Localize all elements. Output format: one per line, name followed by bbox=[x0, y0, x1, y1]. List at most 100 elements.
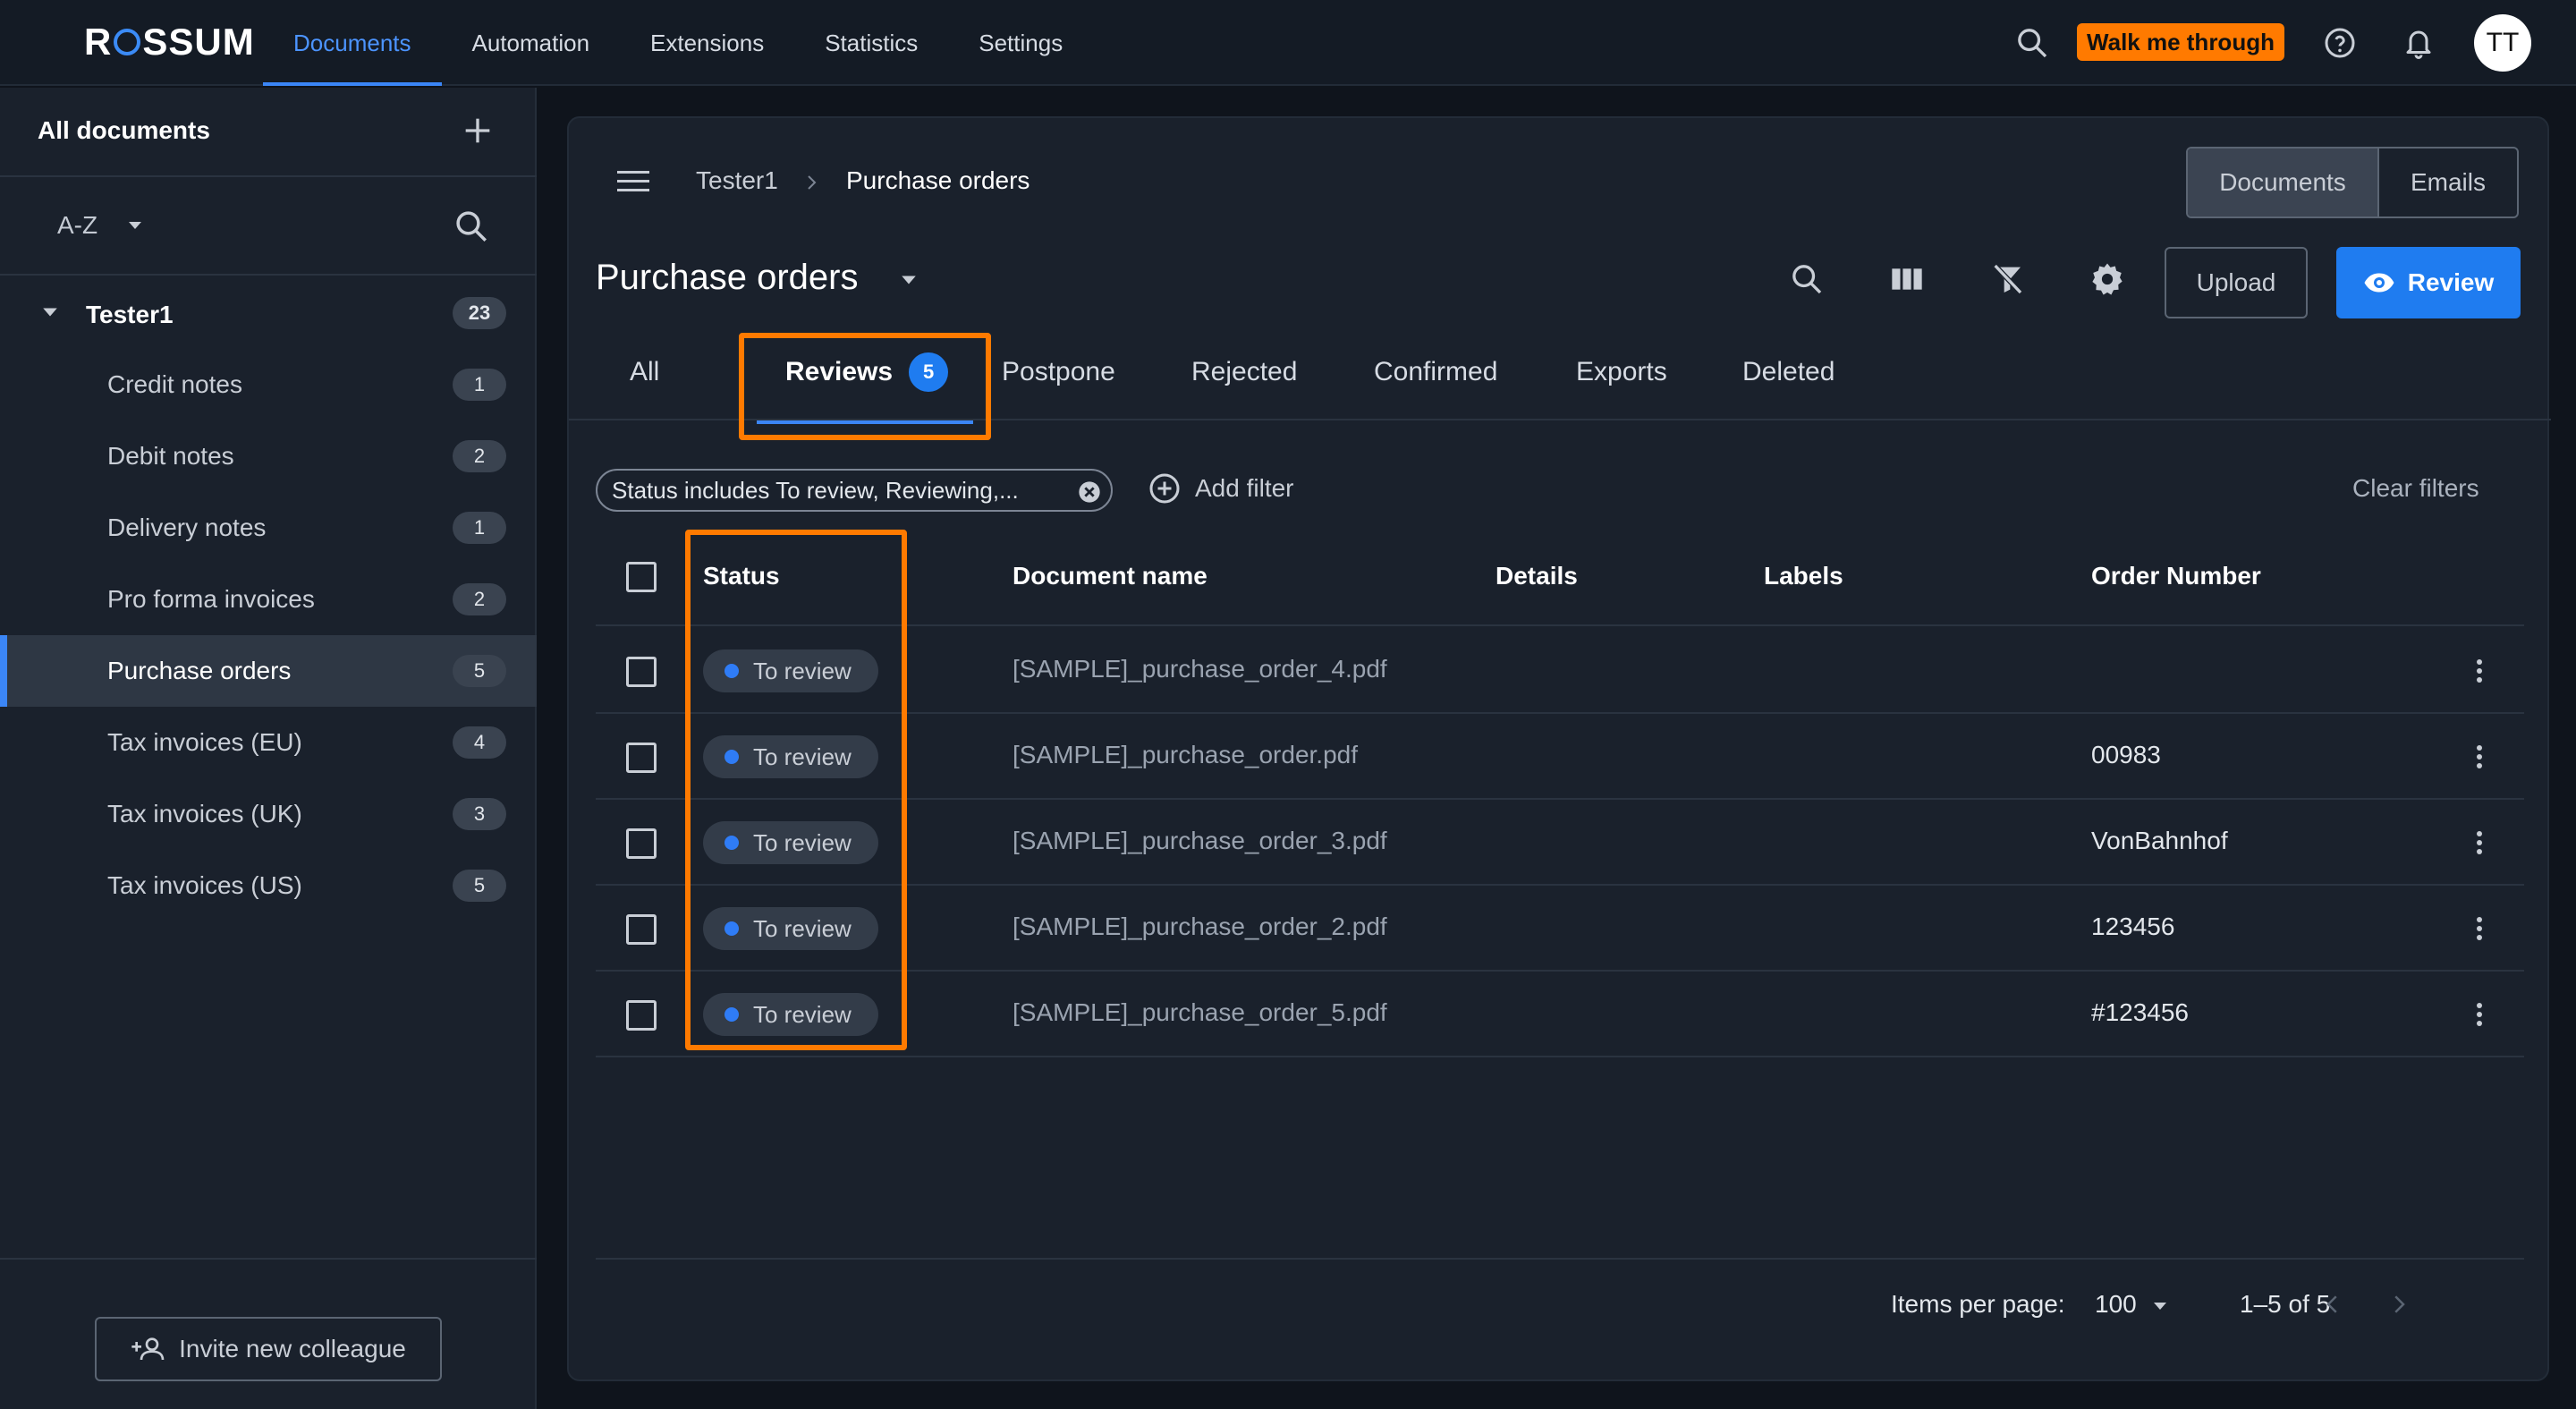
caret-down-icon[interactable] bbox=[127, 220, 143, 231]
documents-view-button[interactable]: Documents bbox=[2188, 149, 2379, 216]
column-labels[interactable]: Labels bbox=[1764, 562, 1843, 590]
search-icon[interactable] bbox=[1780, 252, 1834, 306]
tab-exports[interactable]: Exports bbox=[1576, 324, 1667, 420]
sidebar-item-label: Tax invoices (UK) bbox=[107, 800, 302, 828]
menu-hamburger-icon[interactable] bbox=[615, 168, 651, 195]
remove-filter-icon[interactable] bbox=[1077, 480, 1102, 505]
notifications-bell-icon[interactable] bbox=[2402, 25, 2435, 61]
add-queue-plus-icon[interactable] bbox=[460, 113, 496, 149]
sidebar-item-delivery-notes[interactable]: Delivery notes 1 bbox=[0, 492, 537, 564]
count-badge: 2 bbox=[453, 583, 506, 615]
order-number: #123456 bbox=[2091, 998, 2190, 1026]
items-per-page-label: Items per page: bbox=[1891, 1290, 2065, 1318]
sidebar-item-credit-notes[interactable]: Credit notes 1 bbox=[0, 349, 537, 420]
clear-filter-icon[interactable] bbox=[1980, 252, 2034, 306]
sidebar-item-purchase-orders[interactable]: Purchase orders 5 bbox=[0, 635, 537, 707]
columns-icon[interactable] bbox=[1880, 252, 1934, 306]
queue-title[interactable]: Purchase orders bbox=[596, 258, 858, 298]
row-checkbox[interactable] bbox=[626, 657, 657, 687]
review-label: Review bbox=[2407, 268, 2495, 296]
sidebar-item-label: Tax invoices (EU) bbox=[107, 728, 302, 756]
tab-confirmed[interactable]: Confirmed bbox=[1374, 324, 1497, 420]
workspace-count-badge: 23 bbox=[453, 297, 506, 329]
emails-view-button[interactable]: Emails bbox=[2379, 149, 2517, 216]
table-row[interactable]: To review [SAMPLE]_purchase_order_3.pdf … bbox=[596, 800, 2524, 886]
settings-gear-icon[interactable] bbox=[2080, 252, 2134, 306]
sidebar-item-pro-forma-invoices[interactable]: Pro forma invoices 2 bbox=[0, 564, 537, 635]
items-per-page-select[interactable]: 100 bbox=[2095, 1290, 2137, 1319]
status-dot bbox=[724, 664, 739, 678]
review-button[interactable]: Review bbox=[2336, 247, 2521, 318]
nav-statistics[interactable]: Statistics bbox=[794, 0, 948, 86]
nav-automation[interactable]: Automation bbox=[442, 0, 621, 86]
tab-reviews[interactable]: Reviews 5 bbox=[785, 324, 949, 420]
tab-postpone[interactable]: Postpone bbox=[1002, 324, 1115, 420]
caret-down-icon[interactable] bbox=[2152, 1301, 2168, 1311]
previous-page-icon[interactable] bbox=[2324, 1288, 2342, 1320]
workspace-label: Tester1 bbox=[86, 301, 174, 328]
expand-caret-icon[interactable] bbox=[41, 306, 59, 318]
sidebar-search-icon[interactable] bbox=[453, 208, 490, 245]
caret-down-icon[interactable] bbox=[900, 274, 918, 286]
document-name[interactable]: [SAMPLE]_purchase_order_4.pdf bbox=[1013, 655, 1387, 683]
count-badge: 5 bbox=[453, 655, 506, 687]
sidebar-item-tax-invoices-us[interactable]: Tax invoices (US) 5 bbox=[0, 850, 537, 921]
add-filter-button[interactable]: Add filter bbox=[1148, 472, 1294, 505]
status-filter-chip[interactable]: Status includes To review, Reviewing,... bbox=[596, 469, 1113, 512]
row-checkbox[interactable] bbox=[626, 743, 657, 773]
more-options-icon[interactable] bbox=[2474, 655, 2485, 687]
status-badge: To review bbox=[703, 735, 878, 778]
more-options-icon[interactable] bbox=[2474, 741, 2485, 773]
row-checkbox[interactable] bbox=[626, 828, 657, 859]
status-text: To review bbox=[753, 1000, 852, 1028]
workspace-tester1[interactable]: Tester1 23 bbox=[0, 277, 537, 349]
select-all-checkbox[interactable] bbox=[626, 562, 657, 592]
tab-rejected[interactable]: Rejected bbox=[1191, 324, 1297, 420]
status-badge: To review bbox=[703, 821, 878, 864]
document-name[interactable]: [SAMPLE]_purchase_order_3.pdf bbox=[1013, 827, 1387, 855]
more-options-icon[interactable] bbox=[2474, 998, 2485, 1031]
row-checkbox[interactable] bbox=[626, 914, 657, 945]
column-details[interactable]: Details bbox=[1496, 562, 1578, 590]
nav-documents[interactable]: Documents bbox=[263, 0, 442, 86]
invite-colleague-button[interactable]: Invite new colleague bbox=[95, 1317, 442, 1381]
sidebar-item-tax-invoices-uk[interactable]: Tax invoices (UK) 3 bbox=[0, 778, 537, 850]
column-document-name[interactable]: Document name bbox=[1013, 562, 1208, 590]
table-row[interactable]: To review [SAMPLE]_purchase_order_5.pdf … bbox=[596, 972, 2524, 1057]
add-circle-icon bbox=[1148, 472, 1181, 505]
column-order-number[interactable]: Order Number bbox=[2091, 562, 2261, 590]
search-icon[interactable] bbox=[2014, 25, 2050, 61]
next-page-icon[interactable] bbox=[2390, 1288, 2408, 1320]
user-avatar[interactable]: TT bbox=[2474, 14, 2531, 72]
document-name[interactable]: [SAMPLE]_purchase_order_5.pdf bbox=[1013, 998, 1387, 1027]
nav-settings[interactable]: Settings bbox=[948, 0, 1093, 86]
more-options-icon[interactable] bbox=[2474, 912, 2485, 945]
sidebar-item-debit-notes[interactable]: Debit notes 2 bbox=[0, 420, 537, 492]
column-status[interactable]: Status bbox=[703, 562, 780, 590]
tab-label: Reviews bbox=[785, 357, 894, 386]
rossum-logo[interactable]: R SSUM bbox=[84, 20, 255, 64]
table-row[interactable]: To review [SAMPLE]_purchase_order_4.pdf bbox=[596, 628, 2524, 714]
sidebar-item-label: Tax invoices (US) bbox=[107, 871, 302, 899]
tab-all[interactable]: All bbox=[630, 324, 659, 420]
table-row[interactable]: To review [SAMPLE]_purchase_order_2.pdf … bbox=[596, 886, 2524, 972]
active-tab-indicator bbox=[757, 420, 973, 424]
row-checkbox[interactable] bbox=[626, 1000, 657, 1031]
eye-icon bbox=[2363, 271, 2395, 294]
upload-button[interactable]: Upload bbox=[2165, 247, 2308, 318]
sort-dropdown[interactable]: A-Z bbox=[57, 211, 97, 240]
walk-me-through-button[interactable]: Walk me through bbox=[2077, 23, 2284, 61]
order-number: 00983 bbox=[2091, 741, 2161, 768]
breadcrumb-workspace[interactable]: Tester1 bbox=[696, 166, 778, 195]
sidebar-title[interactable]: All documents bbox=[38, 116, 210, 145]
clear-filters-button[interactable]: Clear filters bbox=[2352, 474, 2479, 503]
help-icon[interactable] bbox=[2324, 27, 2356, 59]
table-row[interactable]: To review [SAMPLE]_purchase_order.pdf 00… bbox=[596, 714, 2524, 800]
document-name[interactable]: [SAMPLE]_purchase_order.pdf bbox=[1013, 741, 1358, 769]
documents-panel: Tester1 Purchase orders Documents Emails… bbox=[567, 116, 2551, 1381]
sidebar-item-tax-invoices-eu[interactable]: Tax invoices (EU) 4 bbox=[0, 707, 537, 778]
document-name[interactable]: [SAMPLE]_purchase_order_2.pdf bbox=[1013, 912, 1387, 941]
tab-deleted[interactable]: Deleted bbox=[1742, 324, 1835, 420]
nav-extensions[interactable]: Extensions bbox=[620, 0, 794, 86]
more-options-icon[interactable] bbox=[2474, 827, 2485, 859]
